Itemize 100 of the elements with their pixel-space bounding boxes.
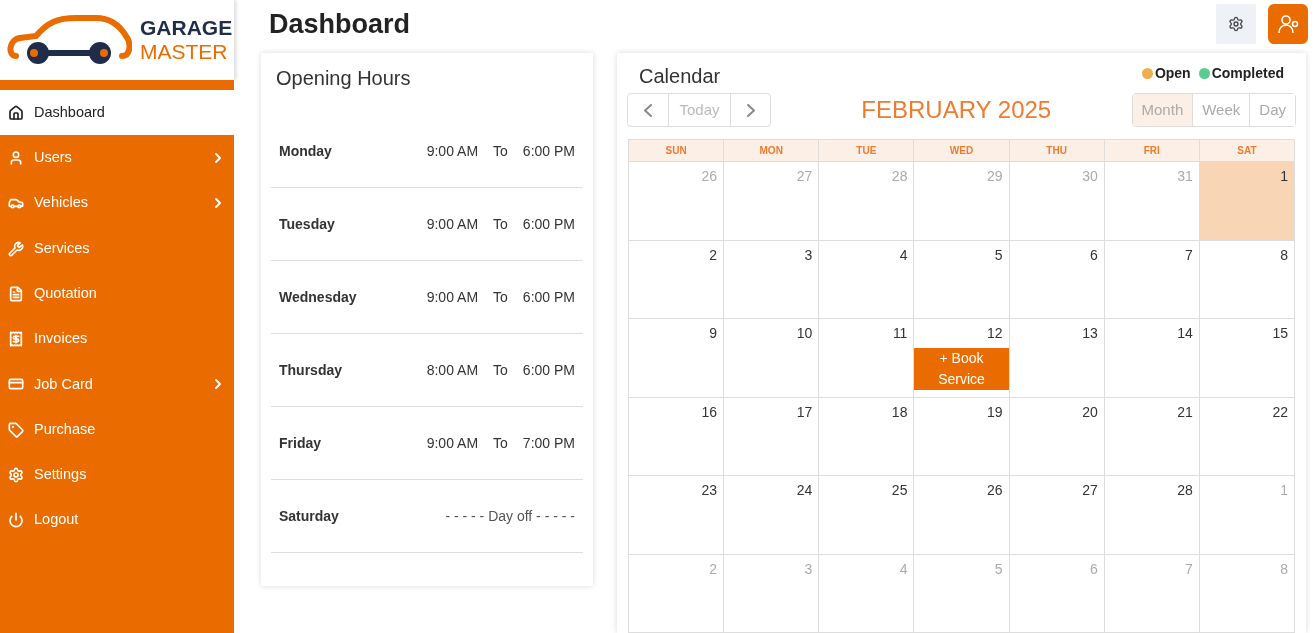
sidebar-label: Logout <box>34 510 80 530</box>
day-cell[interactable]: 20 <box>1009 397 1105 476</box>
day-number: 28 <box>1176 481 1194 500</box>
day-number: 5 <box>993 559 1004 579</box>
chevron-left-icon <box>644 103 652 117</box>
day-cell[interactable]: 8 <box>1199 240 1295 319</box>
day-number: 2 <box>708 245 719 265</box>
to-label: To <box>493 214 508 234</box>
day-number: 23 <box>700 481 719 500</box>
closing-time: 6:00 PM <box>522 360 575 380</box>
day-number: 28 <box>890 167 909 186</box>
day-cell[interactable]: 10 <box>724 319 820 398</box>
day-number: 7 <box>1184 245 1194 265</box>
day-number: 14 <box>1176 324 1194 343</box>
legend-label: Open <box>1154 63 1191 83</box>
month-title: FEBRUARY 2025 <box>860 95 1053 125</box>
legend-label: Completed <box>1211 63 1284 83</box>
settings-button[interactable] <box>1216 3 1256 44</box>
sidebar-label: Dashboard <box>34 102 106 122</box>
logo-text: GARAGE <box>140 16 233 40</box>
day-number: 25 <box>890 481 909 500</box>
day-cell[interactable]: 5 <box>914 240 1010 319</box>
day-cell[interactable]: 19 <box>914 397 1010 476</box>
day-cell[interactable]: 6 <box>1009 240 1105 319</box>
day-cell[interactable]: 28 <box>1104 476 1200 555</box>
day-name: Wednesday <box>279 287 358 307</box>
day-number: 18 <box>890 402 909 422</box>
day-cell[interactable]: 14 <box>1104 319 1200 398</box>
day-name: Saturday <box>279 506 340 526</box>
day-cell[interactable]: 22 <box>1199 397 1295 476</box>
day-cell[interactable]: 18 <box>819 397 915 476</box>
card-icon <box>8 376 24 393</box>
opening-time: 9:00 AM <box>426 141 479 161</box>
page-title: Dashboard <box>269 8 411 42</box>
to-label: To <box>493 360 508 380</box>
day-cell[interactable]: 2 <box>629 240 725 319</box>
day-number: 29 <box>986 167 1004 186</box>
day-off-note: - - - - - Day off - - - - - <box>445 506 575 526</box>
day-cell[interactable]: 21 <box>1104 397 1200 476</box>
wrench-icon <box>8 240 24 257</box>
day-cell[interactable]: 1 <box>1199 162 1295 241</box>
tag-icon <box>8 421 24 438</box>
day-number: 27 <box>1081 481 1099 500</box>
day-cell[interactable]: 9 <box>629 319 725 398</box>
day-name: Tuesday <box>279 214 336 234</box>
day-number: 24 <box>795 481 814 500</box>
day-number: 19 <box>986 402 1004 422</box>
sidebar-label: Users <box>34 148 73 168</box>
day-name: Friday <box>279 433 322 453</box>
day-number: 2 <box>708 559 719 579</box>
day-cell[interactable]: 16 <box>629 397 725 476</box>
day-cell[interactable]: 11 <box>819 319 915 398</box>
day-number: 26 <box>986 481 1004 500</box>
settings-icon <box>8 467 24 483</box>
day-number: 26 <box>700 167 719 186</box>
day-cell[interactable]: 4 <box>819 240 915 319</box>
day-cell[interactable]: 26 <box>914 476 1010 555</box>
sidebar-label: Quotation <box>34 283 98 303</box>
card-title: Opening Hours <box>275 66 412 91</box>
day-cell[interactable]: 12 + Book Service <box>914 319 1010 398</box>
day-cell[interactable]: 13 <box>1009 319 1105 398</box>
day-cell[interactable]: 15 <box>1199 319 1295 398</box>
sidebar-label: Invoices <box>34 329 89 349</box>
day-cell[interactable]: 3 <box>724 240 820 319</box>
closing-time: 6:00 PM <box>522 141 575 161</box>
day-name: Monday <box>279 141 333 161</box>
day-number: 3 <box>803 245 814 265</box>
day-name: Thursday <box>279 360 343 380</box>
opening-time: 9:00 AM <box>426 287 479 307</box>
day-cell[interactable]: 24 <box>724 476 820 555</box>
day-number: 6 <box>1088 245 1099 265</box>
opening-time: 8:00 AM <box>426 360 479 380</box>
day-number: 21 <box>1176 402 1194 422</box>
to-label: To <box>493 433 508 453</box>
logo-text: MASTER <box>140 40 229 64</box>
day-cell[interactable]: 17 <box>724 397 820 476</box>
closing-time: 6:00 PM <box>522 214 575 234</box>
avatar-button[interactable] <box>1268 3 1308 44</box>
day-number: 6 <box>1088 559 1099 579</box>
day-cell[interactable]: 25 <box>819 476 915 555</box>
day-number: 1 <box>1279 481 1289 500</box>
day-number: 4 <box>898 245 909 265</box>
day-number: 13 <box>1081 324 1099 343</box>
sidebar-label: Job Card <box>34 374 94 394</box>
day-cell[interactable]: 7 <box>1104 240 1200 319</box>
power-icon <box>8 512 24 529</box>
day-number: 17 <box>795 402 814 422</box>
day-cell[interactable]: 27 <box>1009 476 1105 555</box>
day-number: 22 <box>1271 402 1289 422</box>
opening-time: 9:00 AM <box>426 433 479 453</box>
day-number: 16 <box>700 402 719 422</box>
to-label: To <box>493 287 508 307</box>
document-icon <box>8 285 24 302</box>
user-icon <box>8 149 24 166</box>
day-number: 9 <box>708 324 719 343</box>
sidebar-item[interactable]: Dashboard <box>0 90 234 136</box>
day-number: 30 <box>1081 167 1099 186</box>
day-cell[interactable]: 23 <box>629 476 725 555</box>
day-number: 12 <box>986 324 1004 343</box>
opening-time: 9:00 AM <box>426 214 479 234</box>
